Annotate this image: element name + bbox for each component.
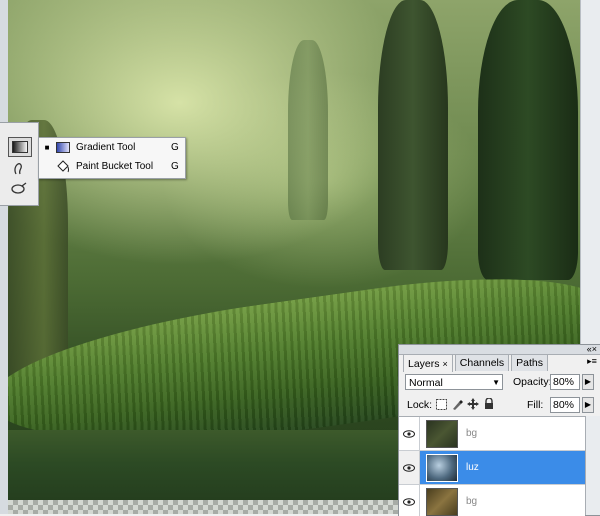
fill-slider-arrow-icon[interactable]: ▶: [582, 397, 594, 413]
panel-options-icon[interactable]: ▸≡: [586, 356, 598, 368]
fill-label: Fill:: [527, 399, 544, 411]
lock-transparency-icon[interactable]: [435, 398, 447, 410]
tree-trunk-center: [378, 0, 448, 270]
blend-mode-value: Normal: [409, 377, 443, 389]
shortcut-key: G: [171, 160, 179, 172]
opacity-field[interactable]: 80%: [550, 374, 580, 390]
layer-thumbnail: [426, 453, 458, 482]
blend-row: Normal ▼ Opacity: 80% ▶: [405, 374, 595, 392]
lock-row: Lock: Fill: 80% ▶: [405, 396, 595, 414]
tree-trunk-far: [288, 40, 328, 220]
lock-all-padlock-icon[interactable]: [483, 398, 495, 410]
chevron-down-icon: ▼: [492, 378, 500, 387]
layers-panel: «× Layers × Channels Paths ▸≡ Normal ▼ O…: [398, 344, 600, 516]
layer-thumbnail: [426, 419, 458, 448]
gradient-icon: [56, 141, 70, 153]
smudge-tool-button[interactable]: [8, 159, 30, 177]
layer-name: bg: [466, 428, 478, 439]
layer-thumbnail: [426, 487, 458, 516]
panel-collapse-close-icon[interactable]: «×: [587, 345, 597, 354]
paint-bucket-icon: [56, 159, 70, 172]
flyout-item-gradient-tool[interactable]: ■ Gradient Tool G: [39, 138, 185, 156]
gradient-icon: [12, 141, 28, 153]
panel-tabs: Layers × Channels Paths: [403, 354, 550, 372]
transparency-checkerboard: [8, 500, 408, 514]
eye-icon[interactable]: [399, 451, 420, 484]
gradient-tool-button[interactable]: [8, 137, 32, 157]
layer-name: bg: [466, 496, 478, 507]
dodge-icon: [11, 182, 27, 194]
layer-row-selected[interactable]: luz: [399, 451, 585, 485]
flyout-item-label: Paint Bucket Tool: [76, 160, 154, 172]
tab-label: Paths: [516, 357, 544, 369]
opacity-label: Opacity:: [513, 376, 552, 388]
tab-label: Channels: [459, 357, 505, 369]
tab-paths[interactable]: Paths: [511, 354, 549, 371]
flyout-item-paint-bucket-tool[interactable]: Paint Bucket Tool G: [39, 157, 185, 175]
vertical-scrollbar[interactable]: [580, 0, 600, 345]
layer-list-scrollbar[interactable]: [585, 416, 600, 515]
layer-list: bg luz bg: [399, 416, 585, 516]
tree-trunk-right: [478, 0, 578, 280]
lock-position-move-icon[interactable]: [467, 398, 479, 410]
selected-marker: ■: [44, 142, 50, 152]
tool-button-partial[interactable]: [8, 123, 30, 133]
lock-label: Lock:: [407, 399, 433, 411]
layer-row[interactable]: bg: [399, 485, 585, 516]
layer-name: luz: [466, 462, 479, 473]
eye-icon[interactable]: [399, 417, 420, 450]
tab-label: Layers: [408, 357, 440, 370]
flyout-item-label: Gradient Tool: [76, 141, 136, 153]
lock-pixels-brush-icon[interactable]: [451, 398, 463, 410]
layer-row[interactable]: bg: [399, 417, 585, 451]
tool-flyout-menu: ■ Gradient Tool G Paint Bucket Tool G: [38, 137, 186, 179]
tab-layers[interactable]: Layers ×: [403, 354, 453, 372]
dodge-tool-button[interactable]: [8, 179, 30, 197]
close-icon[interactable]: ×: [443, 359, 448, 369]
eye-icon[interactable]: [399, 485, 420, 516]
shortcut-key: G: [171, 141, 179, 153]
tools-panel: [0, 122, 39, 206]
finger-icon: [14, 163, 22, 175]
opacity-slider-arrow-icon[interactable]: ▶: [582, 374, 594, 390]
tab-channels[interactable]: Channels: [454, 354, 510, 371]
fill-field[interactable]: 80%: [550, 397, 580, 413]
blend-mode-select[interactable]: Normal ▼: [405, 374, 503, 390]
